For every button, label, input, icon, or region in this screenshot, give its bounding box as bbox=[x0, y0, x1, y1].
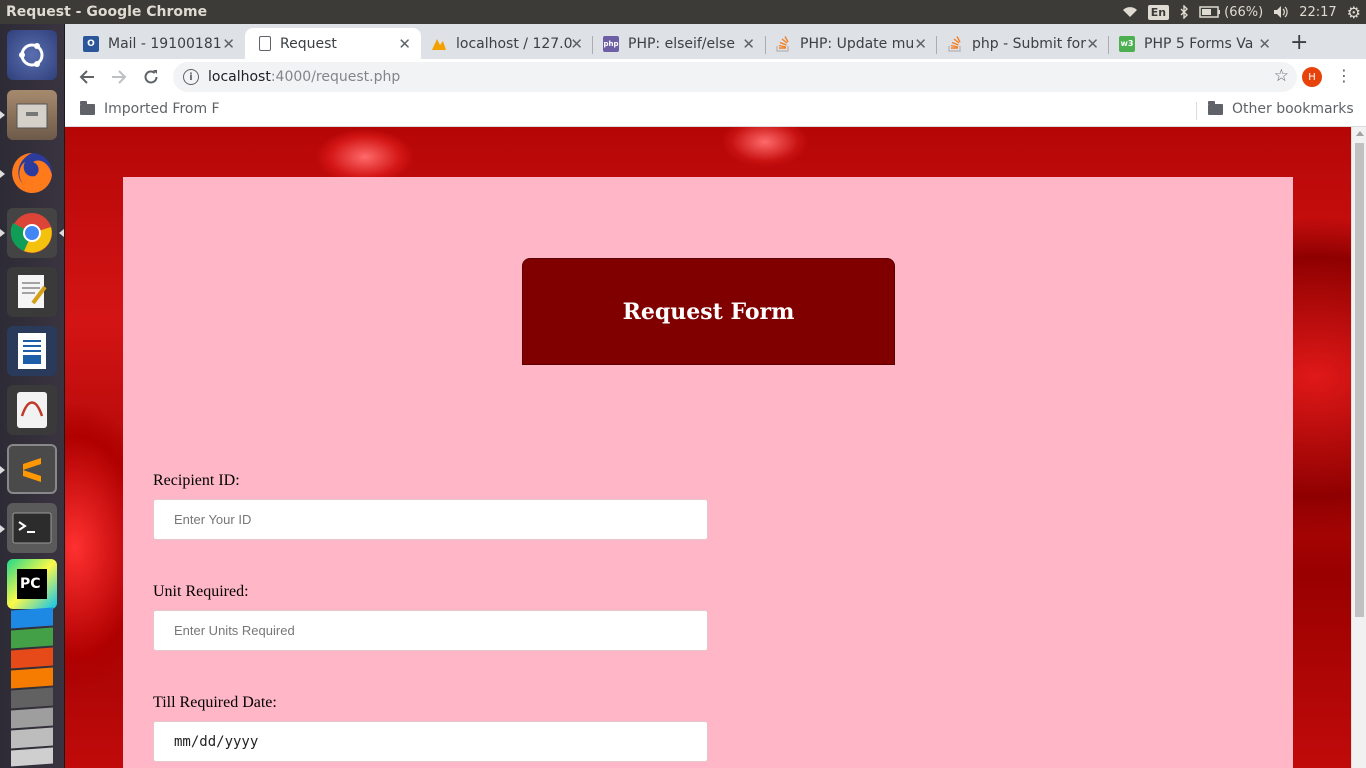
date-placeholder: mm/dd/yyyy bbox=[174, 733, 259, 750]
app-stack-icon bbox=[11, 607, 53, 629]
tab-strip: O Mail - 19100181 ✕ Request ✕ localhost … bbox=[65, 24, 1366, 59]
close-icon[interactable]: ✕ bbox=[570, 35, 583, 53]
new-tab-button[interactable]: + bbox=[1290, 30, 1308, 55]
unit-required-label: Unit Required: bbox=[153, 583, 249, 600]
settings-icon bbox=[11, 687, 53, 709]
stackoverflow-icon bbox=[775, 35, 791, 52]
battery-indicator[interactable]: (66%) bbox=[1194, 0, 1268, 24]
info-icon[interactable]: i bbox=[183, 69, 199, 85]
tab-phpmyadmin[interactable]: localhost / 127.0 ✕ bbox=[421, 28, 593, 59]
close-icon[interactable]: ✕ bbox=[1086, 35, 1099, 53]
reload-button[interactable] bbox=[139, 65, 163, 89]
php-icon: php bbox=[603, 35, 619, 52]
writer-icon[interactable] bbox=[7, 326, 57, 376]
drive-icon bbox=[11, 727, 53, 749]
ubuntu-dash-icon[interactable] bbox=[7, 30, 57, 80]
firefox-icon[interactable] bbox=[7, 148, 57, 198]
chrome-icon[interactable] bbox=[7, 208, 57, 258]
top-panel: Request - Google Chrome En (66%) 22:17 ⚙ bbox=[0, 0, 1366, 24]
w3schools-icon: w3 bbox=[1119, 35, 1135, 52]
bookmarks-bar: Imported From F Other bookmarks bbox=[65, 95, 1366, 127]
url-host: localhost bbox=[208, 69, 271, 85]
scrollbar-thumb[interactable] bbox=[1355, 143, 1364, 617]
form-header: Request Form bbox=[522, 258, 895, 365]
profile-avatar[interactable]: H bbox=[1302, 67, 1322, 87]
page-viewport: Request Form Recipient ID: Unit Required… bbox=[65, 127, 1351, 768]
close-icon[interactable]: ✕ bbox=[398, 35, 411, 53]
browser-chrome: O Mail - 19100181 ✕ Request ✕ localhost … bbox=[65, 24, 1366, 127]
tab-php-forms[interactable]: w3 PHP 5 Forms Va ✕ bbox=[1109, 28, 1281, 59]
menu-icon[interactable]: ⋮ bbox=[1336, 66, 1352, 85]
document-viewer-icon[interactable] bbox=[7, 385, 57, 435]
system-tray: En (66%) 22:17 ⚙ bbox=[1117, 0, 1366, 24]
clock[interactable]: 22:17 bbox=[1294, 0, 1341, 24]
address-bar[interactable]: i localhost:4000/request.php ☆ bbox=[173, 62, 1297, 92]
bookmark-folder-other[interactable]: Other bookmarks bbox=[1208, 100, 1354, 117]
outlook-icon: O bbox=[83, 35, 99, 52]
units-required-input[interactable] bbox=[153, 610, 708, 651]
gear-icon[interactable]: ⚙ bbox=[1342, 0, 1366, 24]
url-path: :4000/request.php bbox=[270, 69, 401, 85]
unity-launcher: PC bbox=[0, 24, 65, 768]
folder-icon bbox=[1208, 100, 1223, 115]
tab-mail[interactable]: O Mail - 19100181 ✕ bbox=[65, 28, 245, 59]
bookmark-star-icon[interactable]: ☆ bbox=[1274, 66, 1289, 86]
drive-icon bbox=[11, 707, 53, 729]
impress-icon bbox=[11, 647, 53, 669]
till-required-date-label: Till Required Date: bbox=[153, 694, 277, 711]
stackoverflow-icon bbox=[947, 35, 963, 52]
folder-icon bbox=[80, 100, 95, 115]
recipient-id-label: Recipient ID: bbox=[153, 472, 240, 489]
window-title: Request - Google Chrome bbox=[6, 4, 208, 20]
close-icon[interactable]: ✕ bbox=[742, 35, 755, 53]
close-icon[interactable]: ✕ bbox=[1258, 35, 1271, 53]
close-icon[interactable]: ✕ bbox=[914, 35, 927, 53]
request-form-card: Request Form Recipient ID: Unit Required… bbox=[123, 177, 1293, 768]
tab-request[interactable]: Request ✕ bbox=[245, 28, 421, 59]
forward-button[interactable] bbox=[107, 65, 131, 89]
sublime-icon[interactable] bbox=[7, 444, 57, 494]
phpmyadmin-icon bbox=[431, 36, 447, 52]
svg-text:PC: PC bbox=[20, 576, 41, 592]
required-date-input[interactable]: mm/dd/yyyy bbox=[153, 721, 708, 762]
wifi-icon[interactable] bbox=[1117, 0, 1143, 24]
keyboard-lang-indicator[interactable]: En bbox=[1143, 0, 1174, 24]
tab-php-submit[interactable]: php - Submit for ✕ bbox=[937, 28, 1109, 59]
page-scrollbar[interactable] bbox=[1351, 127, 1366, 768]
page-title: Request Form bbox=[622, 298, 795, 325]
tab-php-elseif[interactable]: php PHP: elseif/else ✕ bbox=[593, 28, 765, 59]
pycharm-icon[interactable]: PC bbox=[7, 559, 57, 609]
bluetooth-icon[interactable] bbox=[1174, 0, 1194, 24]
spreadsheet-icon bbox=[11, 627, 53, 649]
volume-icon[interactable] bbox=[1268, 0, 1294, 24]
recipient-id-input[interactable] bbox=[153, 499, 708, 540]
launcher-overflow-stack[interactable] bbox=[9, 607, 55, 767]
terminal-icon[interactable] bbox=[7, 503, 57, 553]
browser-toolbar: i localhost:4000/request.php ☆ H ⋮ bbox=[65, 59, 1366, 95]
text-editor-icon[interactable] bbox=[7, 267, 57, 317]
back-button[interactable] bbox=[75, 65, 99, 89]
close-icon[interactable]: ✕ bbox=[222, 35, 235, 53]
bookmark-folder-imported[interactable]: Imported From F bbox=[80, 100, 220, 117]
tab-php-update[interactable]: PHP: Update mu ✕ bbox=[765, 28, 937, 59]
files-icon[interactable] bbox=[7, 90, 57, 140]
trash-icon bbox=[11, 747, 53, 767]
amazon-icon bbox=[11, 667, 53, 689]
battery-percent: (66%) bbox=[1224, 4, 1264, 20]
scroll-up-arrow[interactable] bbox=[1356, 131, 1364, 136]
page-icon bbox=[259, 36, 271, 51]
